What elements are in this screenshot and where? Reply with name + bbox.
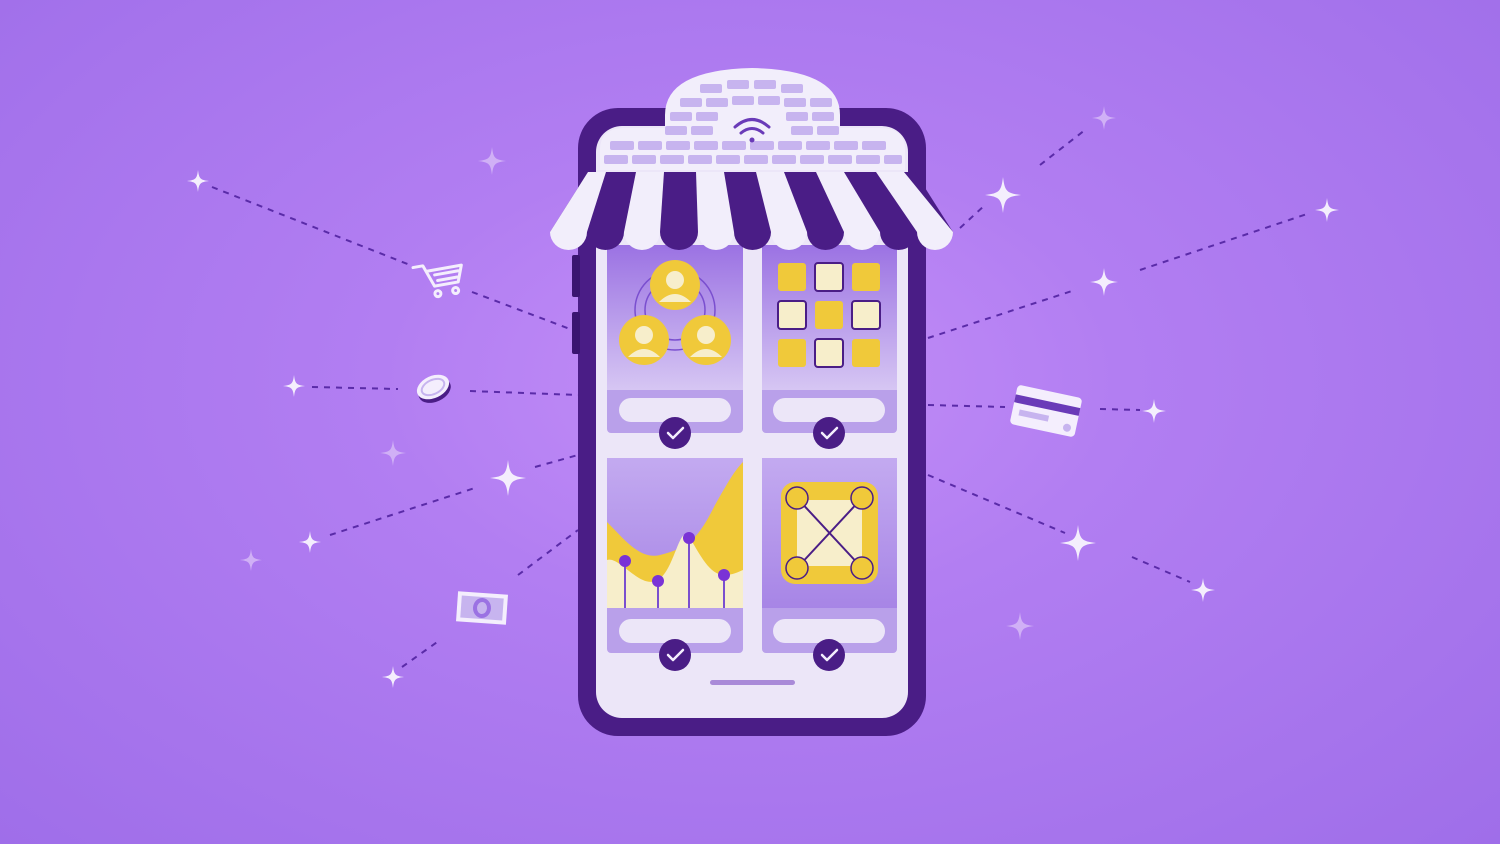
checkmark-icon (659, 417, 691, 449)
storefront-awning (550, 172, 953, 250)
checkmark-icon (813, 417, 845, 449)
phone-side-button (572, 312, 580, 354)
sparkle-icon (1142, 399, 1166, 423)
sparkle-icon (478, 147, 506, 175)
sparkle-icon (1315, 198, 1339, 222)
sparkle-icon (1006, 612, 1034, 640)
user-avatar-icon (681, 315, 731, 365)
home-indicator (710, 680, 795, 685)
user-avatar-icon (619, 315, 669, 365)
sparkle-icon (1090, 268, 1118, 296)
shopping-cart-icon (411, 263, 463, 299)
sparkle-icon (1060, 525, 1096, 561)
sparkle-icon (187, 170, 209, 192)
sparkle-icon (985, 177, 1021, 213)
workflow-icon (781, 482, 878, 584)
banknote-icon (456, 591, 508, 625)
checkmark-icon (813, 639, 845, 671)
sparkle-icon (490, 460, 526, 496)
sparkle-icon (380, 440, 406, 466)
sparkle-icon (240, 549, 262, 571)
sparkle-icon (299, 531, 321, 553)
coin-icon (416, 374, 451, 403)
sparkle-icon (283, 375, 305, 397)
user-avatar-icon (650, 260, 700, 310)
checkmark-icon (659, 639, 691, 671)
connection-flow-tile[interactable] (762, 458, 897, 671)
sparkle-icon (1092, 106, 1116, 130)
app-grid-icon (777, 262, 881, 368)
analytics-chart-tile[interactable] (607, 458, 743, 671)
illustration-scene (0, 0, 1500, 844)
phone-side-button (572, 255, 580, 297)
people-network-tile[interactable] (607, 245, 743, 449)
app-grid-tile[interactable] (762, 245, 897, 449)
sparkle-icon (382, 666, 404, 688)
mobile-storefront-illustration (187, 68, 1339, 736)
awning-scallops (550, 232, 953, 250)
sparkle-icon (1191, 578, 1215, 602)
credit-card-icon (1010, 385, 1082, 437)
